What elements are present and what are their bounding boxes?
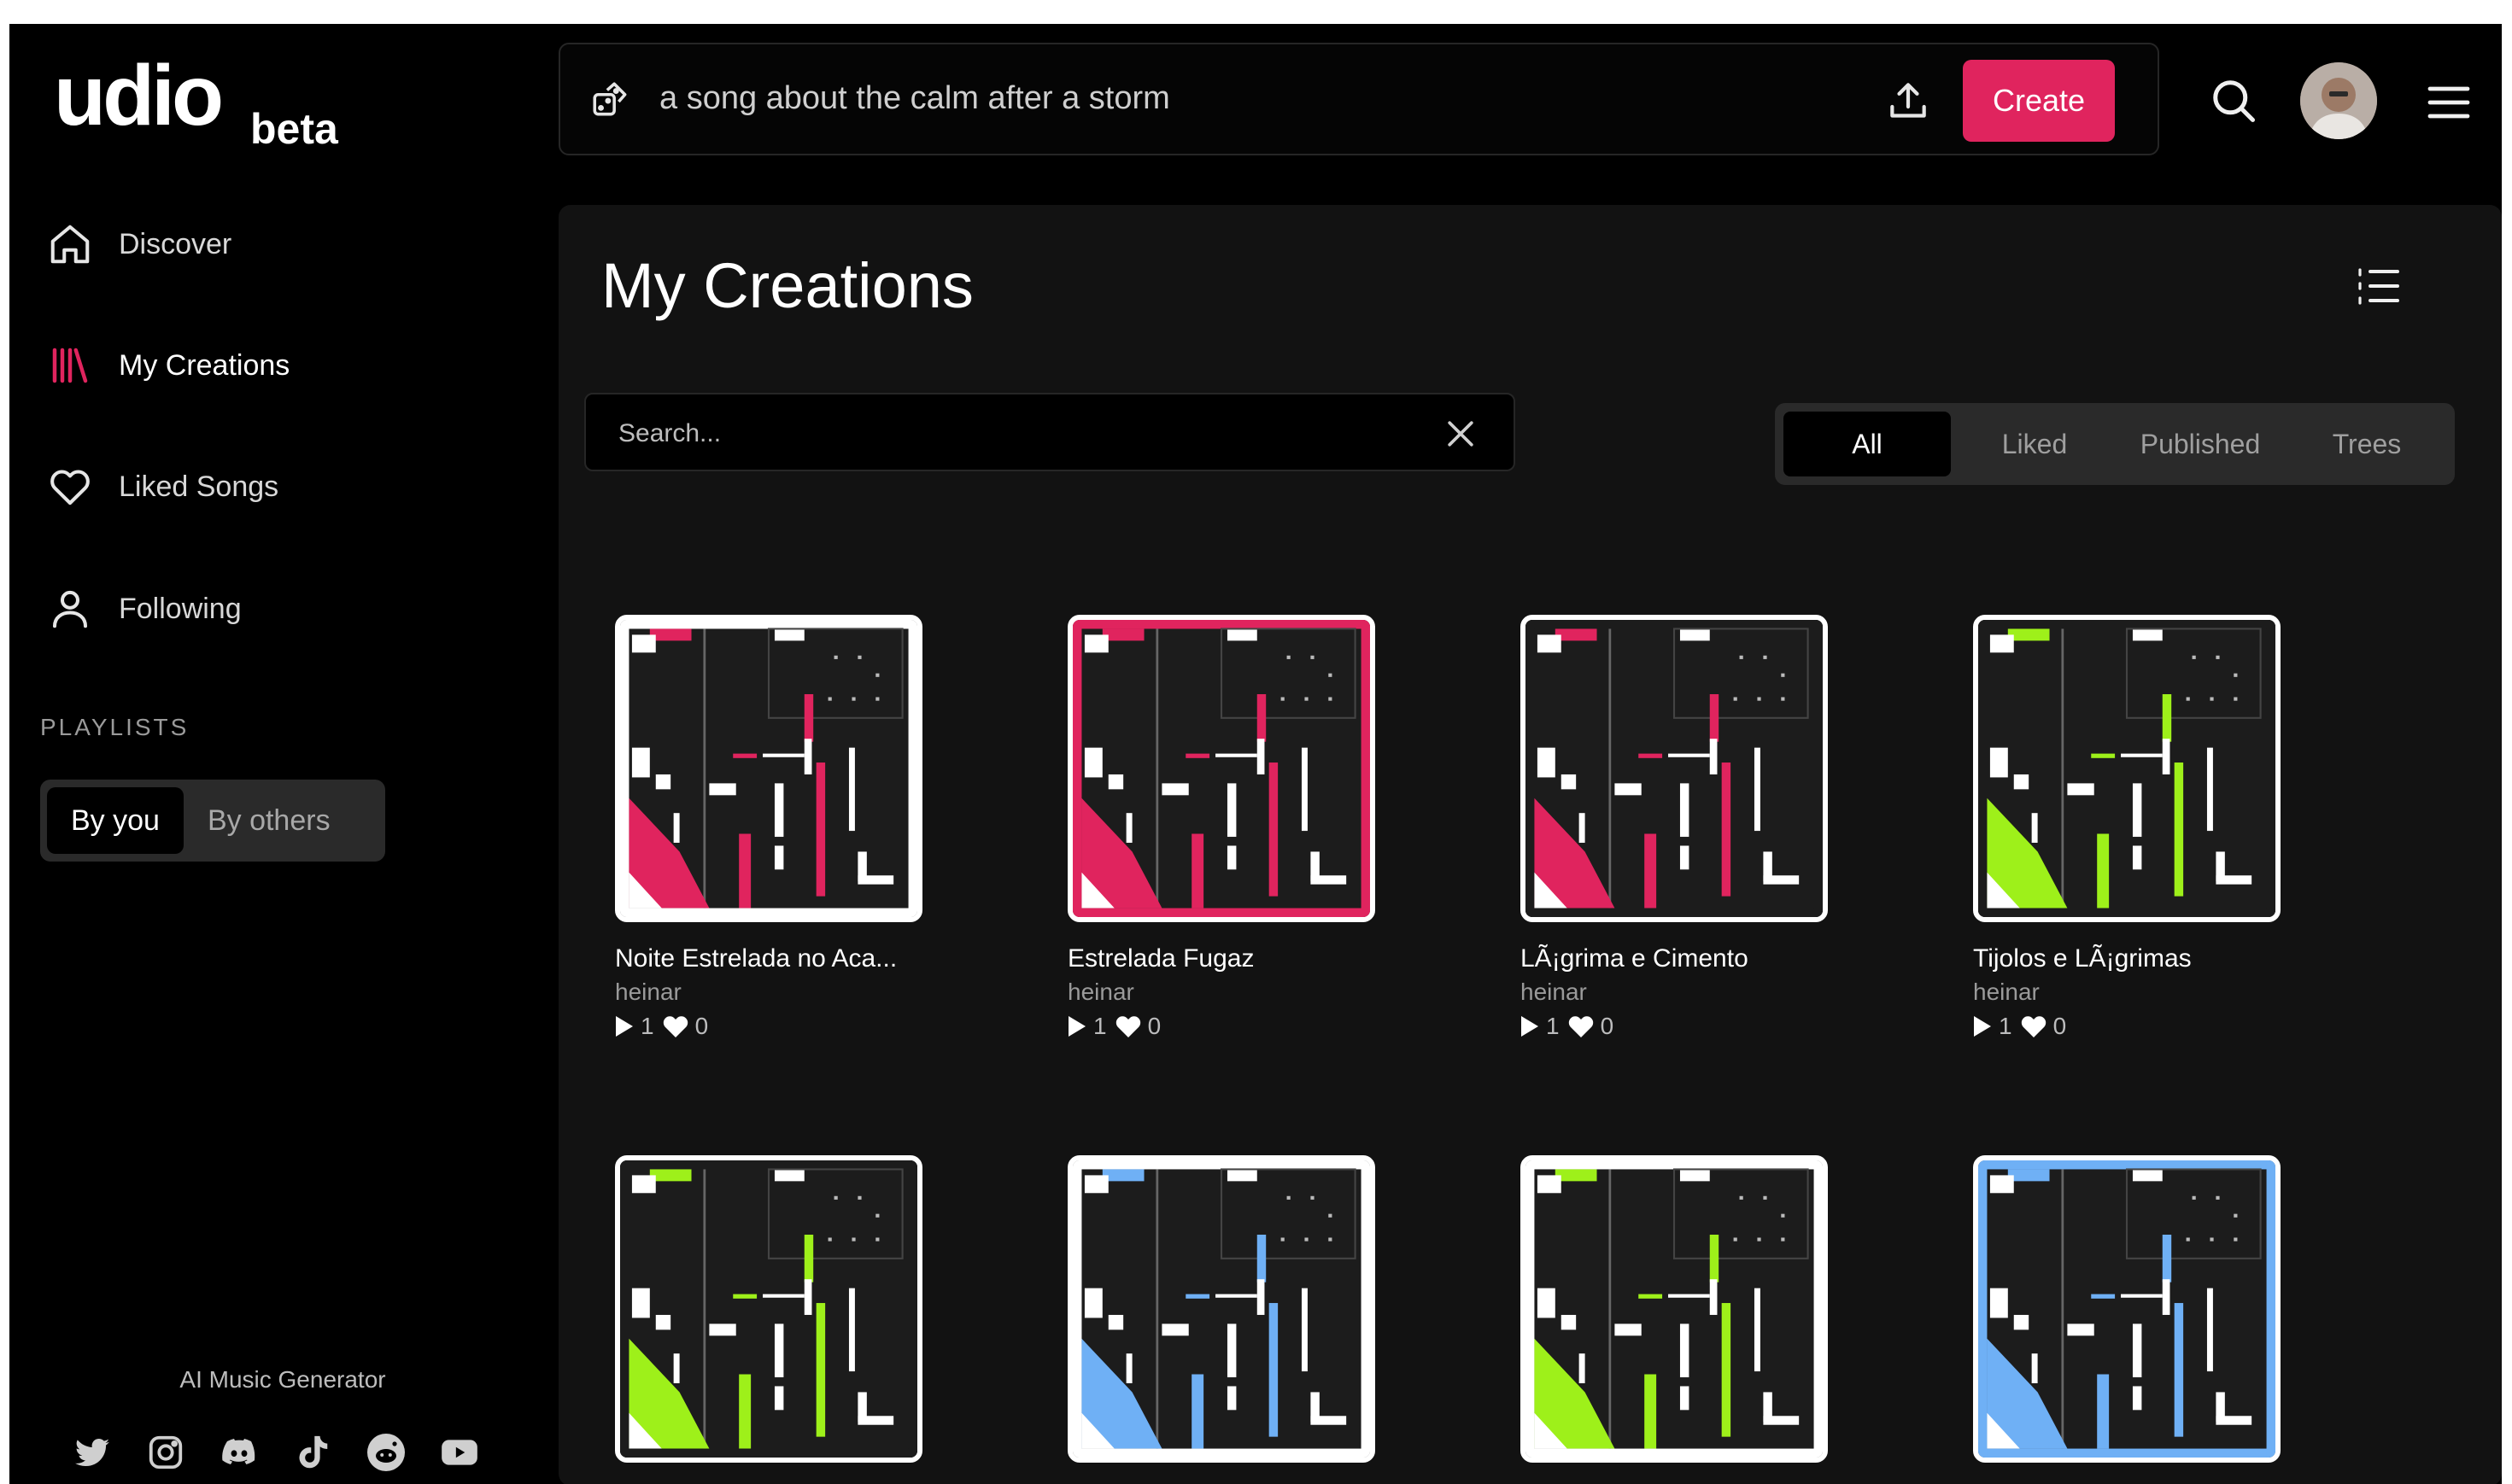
song-title[interactable]: Tijolos e LÃ¡grimas [1973,944,2366,973]
tab-published[interactable]: Published [2117,412,2284,476]
page-title: My Creations [601,250,974,321]
sidebar-item-label: Following [119,592,242,625]
song-stats: 10 [1068,1013,1461,1040]
like-count: 0 [694,1013,709,1039]
logo-wordmark: udio [54,48,224,143]
play-count: 1 [1999,1013,2012,1039]
reddit-icon[interactable] [365,1431,407,1474]
my-creations-panel: My Creations All Liked Published Trees N… [559,205,2502,1484]
song-artist[interactable]: heinar [1068,979,1461,1006]
udio-logo[interactable]: udio beta [54,53,338,155]
song-title[interactable]: LÃ¡grima e Cimento [1520,944,1913,973]
playlists-heading: PLAYLISTS [40,714,190,740]
song-cover-art[interactable] [1068,1155,1375,1463]
close-icon[interactable] [1442,415,1479,457]
search-icon[interactable] [2208,75,2259,131]
song-card[interactable]: Encanteia Virtual [1520,1155,1913,1484]
play-icon [1069,1016,1086,1037]
search-input[interactable] [617,412,1389,456]
play-icon [616,1016,633,1037]
tab-trees[interactable]: Trees [2287,412,2446,476]
sidebar-item-following[interactable]: Following [47,575,525,643]
social-links [71,1431,481,1474]
heart-icon [1115,1016,1140,1037]
beta-badge: beta [250,105,338,153]
song-artist[interactable]: heinar [1520,979,1913,1006]
play-count: 1 [1546,1013,1560,1039]
like-count: 0 [1147,1013,1162,1039]
dice-icon[interactable] [589,79,632,126]
app-window: udio beta Discover My Creations Liked So… [9,24,2502,1484]
song-card[interactable]: LÃ¡grima e Cimento heinar 1 0 [1520,615,1913,1040]
play-icon [1521,1016,1538,1037]
song-cover-art[interactable] [1520,1155,1828,1463]
youtube-icon[interactable] [438,1431,481,1474]
song-card[interactable]: Estrelada Fugaz heinar 1 0 [1068,615,1461,1040]
heart-icon [50,470,90,505]
hamburger-menu-icon[interactable] [2427,84,2471,126]
sidebar-item-label: Liked Songs [119,470,279,503]
song-card[interactable]: Tijolo e LÃ¡grima [615,1155,1008,1484]
song-artist[interactable]: heinar [615,979,1008,1006]
list-view-icon[interactable] [2357,266,2401,310]
sidebar-item-label: Discover [119,227,232,260]
song-cover-art[interactable] [1520,615,1828,922]
heart-icon [2021,1016,2046,1037]
song-cover-art[interactable] [1068,615,1375,922]
playlist-owner-toggle: By you By others [40,780,385,862]
like-count: 0 [1600,1013,1614,1039]
song-card[interactable]: Noite Estrelada no Aca... heinar 1 0 [615,615,1008,1040]
person-icon [52,590,88,628]
prompt-input[interactable]: a song about the calm after a storm [659,80,1170,117]
tab-all[interactable]: All [1783,412,1951,476]
song-cover-art[interactable] [615,1155,922,1463]
play-count: 1 [641,1013,654,1039]
song-title[interactable]: Estrelada Fugaz [1068,944,1461,973]
song-card[interactable]: Tijolo e LÃ¡grima [1068,1155,1461,1484]
user-avatar[interactable] [2300,62,2377,139]
discord-icon[interactable] [218,1431,261,1474]
tab-liked[interactable]: Liked [1956,412,2113,476]
create-button[interactable]: Create [1963,60,2115,142]
upload-icon[interactable] [1884,77,1932,129]
creations-search [584,393,1515,471]
song-cover-art[interactable] [1973,615,2281,922]
filter-tabs: All Liked Published Trees [1775,403,2455,485]
library-icon [52,348,88,383]
instagram-icon[interactable] [144,1431,187,1474]
song-cover-art[interactable] [1973,1155,2281,1463]
song-title[interactable]: Noite Estrelada no Aca... [615,944,1008,973]
song-stats: 10 [1520,1013,1913,1040]
play-icon [1974,1016,1991,1037]
sidebar-item-liked-songs[interactable]: Liked Songs [47,453,525,521]
song-cover-art[interactable] [615,615,922,922]
sidebar-item-label: My Creations [119,348,290,382]
play-count: 1 [1093,1013,1107,1039]
song-stats: 10 [1973,1013,2366,1040]
heart-icon [663,1016,688,1037]
tab-by-others[interactable]: By others [184,787,354,854]
tiktok-icon[interactable] [291,1431,334,1474]
sidebar-item-my-creations[interactable]: My Creations [47,331,525,400]
song-card[interactable]: Visitas e MemÃ³rias [1973,1155,2366,1484]
twitter-icon[interactable] [71,1431,114,1474]
tab-by-you[interactable]: By you [47,787,184,854]
song-card[interactable]: Tijolos e LÃ¡grimas heinar 1 0 [1973,615,2366,1040]
sidebar-item-discover[interactable]: Discover [47,210,525,278]
like-count: 0 [2052,1013,2067,1039]
ai-music-generator-label: AI Music Generator [179,1366,386,1393]
home-icon [50,225,90,264]
prompt-bar: a song about the calm after a storm Crea… [559,43,2159,155]
heart-icon [1568,1016,1593,1037]
song-stats: 10 [615,1013,1008,1040]
song-artist[interactable]: heinar [1973,979,2366,1006]
